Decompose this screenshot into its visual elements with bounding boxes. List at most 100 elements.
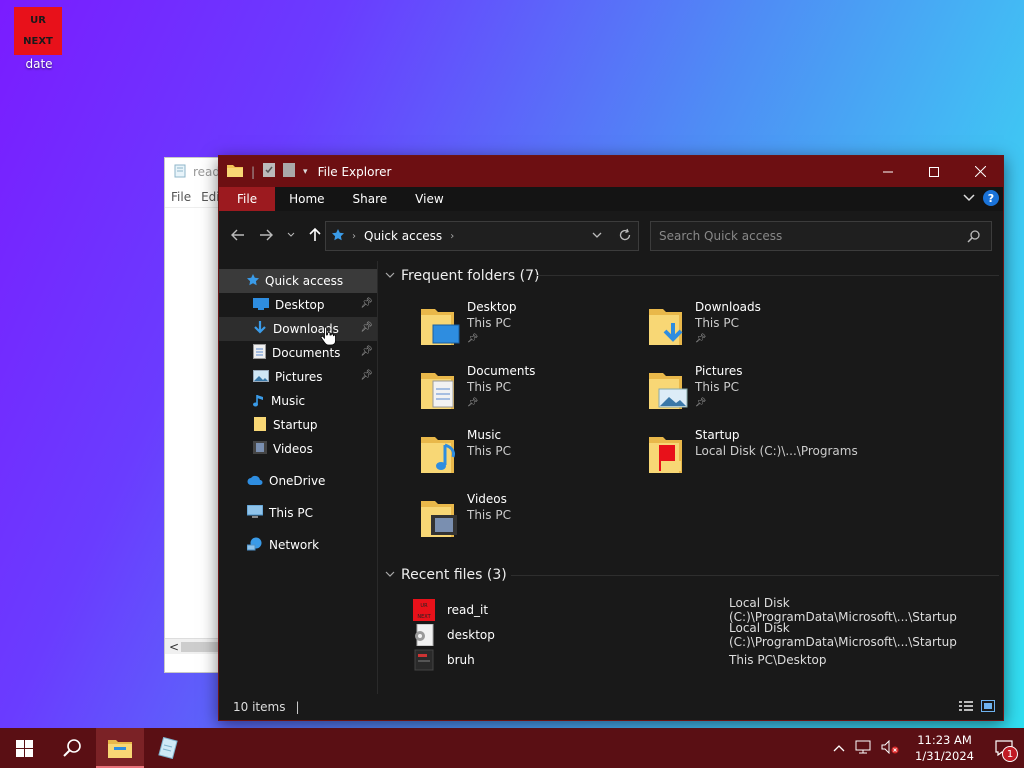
nav-network[interactable]: Network <box>219 533 377 557</box>
tab-share[interactable]: Share <box>339 187 402 211</box>
pane-splitter[interactable] <box>377 261 378 696</box>
folder-tile-videos[interactable]: Videos This PC <box>419 491 639 549</box>
tab-home[interactable]: Home <box>275 187 338 211</box>
title-bar[interactable]: | ▾ File Explorer <box>219 156 1003 187</box>
item-count: 10 items <box>233 700 286 714</box>
clock[interactable]: 11:23 AM 1/31/2024 <box>905 732 984 764</box>
notepad-icon <box>158 737 178 759</box>
file-name: bruh <box>447 653 475 667</box>
pin-icon[interactable]: 📌︎ <box>360 298 373 309</box>
folder-name: Desktop <box>467 300 517 314</box>
group-divider <box>537 275 999 276</box>
folder-tile-startup[interactable]: Startup Local Disk (C:)\...\Programs <box>647 427 867 485</box>
address-dropdown-icon[interactable] <box>592 228 602 245</box>
taskbar: 11:23 AM 1/31/2024 1 <box>0 728 1024 768</box>
folder-tile-documents[interactable]: Documents This PC 📌︎ <box>419 363 639 421</box>
desktop-icon-date[interactable]: UR NEXT date <box>14 7 64 71</box>
pin-icon: 📌︎ <box>467 334 479 344</box>
network-status-icon[interactable] <box>851 740 875 757</box>
show-hidden-icons-icon[interactable] <box>827 741 851 755</box>
folder-tile-desktop[interactable]: Desktop This PC 📌︎ <box>419 299 639 357</box>
nav-this-pc[interactable]: This PC <box>219 501 377 525</box>
minimize-button[interactable] <box>865 156 911 187</box>
folder-tile-music[interactable]: Music This PC <box>419 427 639 485</box>
notepad-menu-edit[interactable]: Edi <box>201 190 220 204</box>
recent-files-header[interactable]: Recent files (3) <box>385 565 507 585</box>
search-box[interactable]: Search Quick access <box>650 221 992 251</box>
collapse-chevron-icon[interactable] <box>385 571 395 579</box>
nav-startup[interactable]: Startup <box>219 413 377 437</box>
search-icon[interactable] <box>967 229 981 246</box>
maximize-button[interactable] <box>911 156 957 187</box>
nav-label: Pictures <box>275 370 323 384</box>
refresh-icon[interactable] <box>618 228 632 245</box>
cloud-icon <box>247 474 263 488</box>
recent-file-row[interactable]: UR NEXT read_it Local Disk (C:)\ProgramDa… <box>413 596 993 624</box>
icon-text-top: UR <box>30 15 46 26</box>
hand-cursor-icon <box>320 326 336 349</box>
frequent-folders-header[interactable]: Frequent folders (7) <box>385 266 540 286</box>
search-button[interactable] <box>48 728 96 768</box>
forward-arrow-icon[interactable] <box>259 227 273 245</box>
close-button[interactable] <box>957 156 1003 187</box>
breadcrumb-separator-icon[interactable]: › <box>352 231 356 242</box>
notepad-menu-file[interactable]: File <box>171 190 191 204</box>
nav-quick-access[interactable]: Quick access <box>219 269 377 293</box>
recent-file-row[interactable]: desktop Local Disk (C:)\ProgramData\Micr… <box>413 621 993 649</box>
help-icon[interactable]: ? <box>983 190 999 206</box>
action-center-button[interactable]: 1 <box>984 728 1024 768</box>
file-explorer-window[interactable]: | ▾ File Explorer File Home Share View ?… <box>218 155 1004 721</box>
star-icon <box>247 273 259 289</box>
folder-tile-downloads[interactable]: Downloads This PC 📌︎ <box>647 299 867 357</box>
folder-name: Videos <box>467 492 507 506</box>
customize-toolbar-icon[interactable]: ▾ <box>303 167 308 177</box>
volume-muted-icon[interactable] <box>875 739 905 757</box>
folder-tile-pictures[interactable]: Pictures This PC 📌︎ <box>647 363 867 421</box>
nav-onedrive[interactable]: OneDrive <box>219 469 377 493</box>
pin-icon[interactable]: 📌︎ <box>360 370 373 381</box>
nav-label: OneDrive <box>269 474 326 488</box>
nav-music[interactable]: Music <box>219 389 377 413</box>
tab-file[interactable]: File <box>219 187 276 211</box>
folder-location: This PC <box>467 380 511 394</box>
nav-pictures[interactable]: Pictures 📌︎ <box>219 365 377 389</box>
folder-name: Startup <box>695 428 740 442</box>
nav-videos[interactable]: Videos <box>219 437 377 461</box>
pin-icon[interactable]: 📌︎ <box>360 322 373 333</box>
navigation-pane[interactable]: Quick access Desktop 📌︎ Downloads 📌︎ Doc… <box>219 261 377 696</box>
content-pane[interactable]: Frequent folders (7) Desktop This PC 📌︎ … <box>379 261 1003 696</box>
startup-folder-icon <box>647 431 689 475</box>
details-view-icon[interactable] <box>959 700 973 715</box>
nav-label: Desktop <box>275 298 325 312</box>
start-button[interactable] <box>0 728 48 768</box>
back-arrow-icon[interactable] <box>231 227 245 245</box>
new-folder-icon[interactable] <box>283 163 296 180</box>
taskbar-file-explorer[interactable] <box>96 728 144 768</box>
nav-documents[interactable]: Documents 📌︎ <box>219 341 377 365</box>
ribbon-right-controls: ? <box>963 190 999 206</box>
red-image-file-icon: UR NEXT <box>413 599 435 621</box>
scroll-left-arrow[interactable]: < <box>169 640 179 654</box>
pin-icon: 📌︎ <box>695 398 707 408</box>
recent-file-row[interactable]: bruh This PC\Desktop <box>413 648 993 672</box>
breadcrumb-quick-access[interactable]: Quick access <box>364 229 442 243</box>
icon-text-bottom: NEXT <box>23 36 53 47</box>
expand-ribbon-icon[interactable] <box>963 191 975 205</box>
recent-locations-icon[interactable] <box>287 231 295 241</box>
tab-view[interactable]: View <box>401 187 457 211</box>
properties-icon[interactable] <box>263 163 276 180</box>
collapse-chevron-icon[interactable] <box>385 272 395 280</box>
address-bar[interactable]: › Quick access › <box>325 221 639 251</box>
file-location: Local Disk (C:)\ProgramData\Microsoft\..… <box>729 621 957 649</box>
up-arrow-icon[interactable] <box>309 227 321 245</box>
nav-downloads[interactable]: Downloads 📌︎ <box>219 317 377 341</box>
folder-icon <box>253 416 267 434</box>
large-icons-view-icon[interactable] <box>981 700 995 715</box>
breadcrumb-chevron-icon[interactable]: › <box>450 231 454 242</box>
nav-desktop[interactable]: Desktop 📌︎ <box>219 293 377 317</box>
search-input[interactable]: Search Quick access <box>659 229 782 243</box>
pin-icon[interactable]: 📌︎ <box>360 346 373 357</box>
window-title: File Explorer <box>317 164 392 179</box>
taskbar-notepad[interactable] <box>144 728 192 768</box>
folder-icon <box>227 163 243 180</box>
